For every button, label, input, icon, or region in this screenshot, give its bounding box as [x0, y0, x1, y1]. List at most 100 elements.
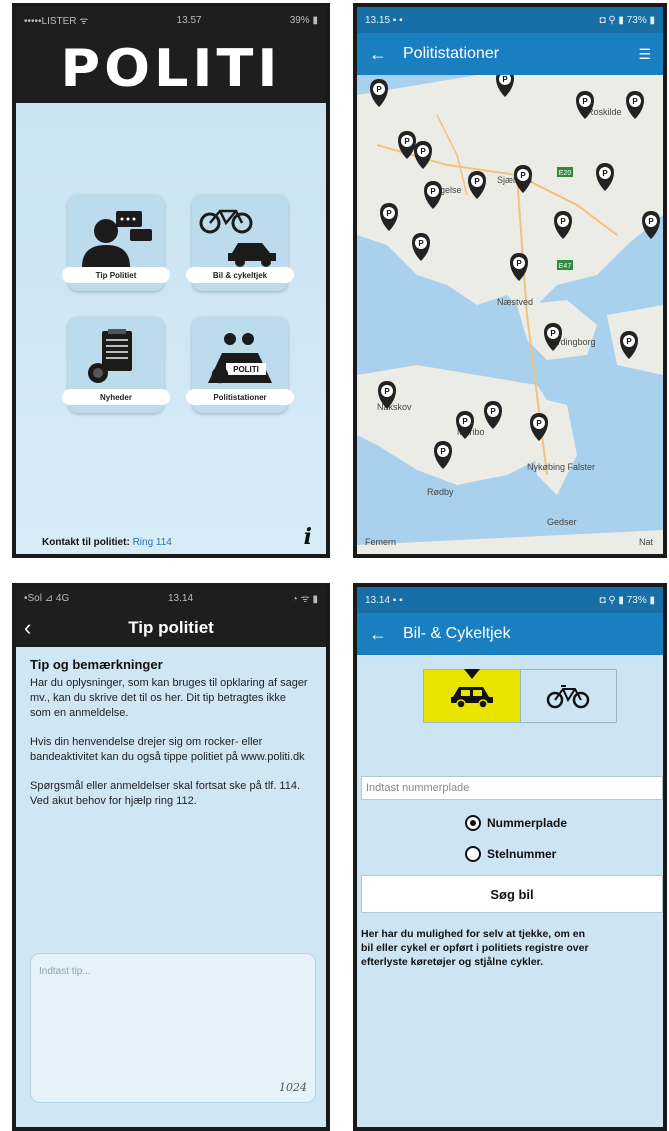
police-badge-icon: POLITI	[208, 333, 272, 384]
svg-text:P: P	[430, 187, 436, 196]
ring-114-link[interactable]: Ring 114	[133, 537, 172, 548]
svg-text:P: P	[516, 259, 522, 268]
status-right: ◘ ⚲ ▮ 73% ▮	[599, 594, 656, 606]
svg-text:P: P	[440, 447, 446, 456]
back-arrow-icon[interactable]: ←	[369, 624, 387, 645]
back-chevron-icon[interactable]: ‹	[24, 615, 31, 641]
contact-label: Kontakt til politiet:	[42, 537, 130, 548]
svg-text:P: P	[520, 171, 526, 180]
screen-title: Bil- & Cykeltjek	[403, 625, 511, 642]
svg-text:P: P	[648, 217, 654, 226]
home-screen: •••••LISTER ᯤ 13.57 39% ▮ POLITI Tip Pol…	[12, 3, 330, 558]
paragraph-intro: Har du oplysninger, som kan bruges til o…	[30, 677, 308, 719]
status-left: •Sol ⊿ 4G	[24, 592, 70, 604]
svg-text:P: P	[490, 407, 496, 416]
tile-label: Tip Politiet	[62, 267, 170, 283]
svg-text:P: P	[418, 239, 424, 248]
svg-text:P: P	[560, 217, 566, 226]
section-heading: Tip og bemærkninger	[30, 657, 163, 672]
svg-text:P: P	[602, 169, 608, 178]
vehicle-type-toggle	[423, 669, 617, 723]
radio-unselected-icon	[465, 846, 481, 862]
map-label: Rødby	[427, 487, 454, 497]
map-label: Nykøbing Falster	[527, 462, 595, 472]
clock-label: 13.57	[176, 14, 202, 26]
tile-label: Nyheder	[62, 389, 170, 405]
clock-label: 13.14	[167, 592, 194, 604]
map-label: Gedser	[547, 517, 577, 527]
description-line: efterlyste køretøjer og stjålne cykler.	[361, 956, 544, 968]
svg-text:E20: E20	[559, 170, 572, 177]
car-tab[interactable]	[424, 669, 520, 722]
logo-header: POLITI	[16, 33, 326, 103]
bicycle-tab[interactable]	[519, 670, 616, 722]
textarea-placeholder: Indtast tip...	[39, 966, 91, 977]
tile-label: Politistationer	[186, 389, 294, 405]
status-right: ◔ ᯤ ▮	[291, 594, 318, 605]
svg-text:P: P	[582, 97, 588, 106]
menu-icon[interactable]: ☰	[638, 46, 651, 63]
svg-text:P: P	[384, 387, 390, 396]
svg-text:P: P	[536, 419, 542, 428]
radio-label: Stelnummer	[487, 847, 557, 861]
app-bar: 13.15 ▪ ▪ ◘ ⚲ ▮ 73% ▮ ← Politistationer …	[357, 7, 663, 75]
svg-text:POLITI: POLITI	[233, 365, 259, 374]
screen-title: Tip politiet	[128, 618, 214, 637]
svg-text:P: P	[462, 417, 468, 426]
screen-title: Politistationer	[403, 45, 500, 62]
bicycle-icon	[547, 685, 590, 709]
station-map[interactable]: E20 E47 SlagelseSjællandNæstvedVordingbo…	[357, 75, 663, 554]
back-arrow-icon[interactable]: ←	[369, 44, 387, 65]
info-icon[interactable]: i	[304, 524, 312, 550]
status-bar: •Sol ⊿ 4G 13.14 ◔ ᯤ ▮	[16, 587, 326, 609]
battery-label: 39% ▮	[289, 14, 318, 26]
politi-logo: POLITI	[60, 38, 282, 98]
license-plate-input[interactable]: Indtast nummerplade	[361, 776, 663, 800]
paragraph-rocker: Hvis din henvendelse drejer sig om rocke…	[30, 736, 305, 763]
char-counter: 1024	[279, 1081, 307, 1094]
status-bar: 13.14 ▪ ▪ ◘ ⚲ ▮ 73% ▮	[357, 587, 663, 613]
svg-text:E47: E47	[559, 263, 572, 270]
svg-text:P: P	[420, 147, 426, 156]
map-label: Nakskov	[377, 402, 412, 412]
description-line: bil eller cykel er opført i politiets re…	[361, 942, 589, 954]
svg-text:P: P	[404, 137, 410, 146]
bicycle-icon	[199, 209, 276, 267]
description-line: Her har du mulighed for selv at tjekke, …	[361, 928, 586, 940]
news-icon	[88, 329, 132, 383]
map-label: Nat	[639, 537, 654, 547]
user-chat-icon	[82, 211, 152, 267]
tile-tip-politiet[interactable]: Tip Politiet	[62, 195, 170, 291]
status-bar: •••••LISTER ᯤ 13.57 39% ▮	[16, 7, 326, 33]
radio-stelnummer[interactable]: Stelnummer	[465, 846, 556, 862]
map-label: Næstved	[497, 297, 533, 307]
status-left: 13.15 ▪ ▪	[365, 14, 403, 26]
tip-textarea[interactable]: Indtast tip... 1024	[30, 953, 316, 1103]
tip-screen: •Sol ⊿ 4G 13.14 ◔ ᯤ ▮ ‹ Tip politiet Tip…	[12, 583, 330, 1131]
radio-label: Nummerplade	[487, 816, 568, 830]
svg-text:P: P	[550, 329, 556, 338]
stations-screen: 13.15 ▪ ▪ ◘ ⚲ ▮ 73% ▮ ← Politistationer …	[353, 3, 667, 558]
app-bar: 13.14 ▪ ▪ ◘ ⚲ ▮ 73% ▮ ← Bil- & Cykeltjek	[357, 587, 663, 655]
svg-text:P: P	[474, 177, 480, 186]
search-vehicle-button[interactable]: Søg bil	[361, 875, 663, 913]
check-body: Indtast nummerplade Nummerplade Stelnumm…	[357, 655, 663, 1127]
svg-text:P: P	[502, 75, 508, 84]
contact-line: Kontakt til politiet: Ring 114	[42, 537, 172, 548]
check-description: Her har du mulighed for selv at tjekke, …	[361, 927, 663, 969]
status-right: ◘ ⚲ ▮ 73% ▮	[599, 14, 656, 26]
status-left: 13.14 ▪ ▪	[365, 594, 403, 606]
tile-label: Bil & cykeltjek	[186, 267, 294, 283]
check-screen: 13.14 ▪ ▪ ◘ ⚲ ▮ 73% ▮ ← Bil- & Cykeltjek	[353, 583, 667, 1131]
radio-nummerplade[interactable]: Nummerplade	[465, 815, 567, 831]
radio-selected-icon	[465, 815, 481, 831]
paragraph-emergency: Spørgsmål eller anmeldelser skal fortsat…	[30, 780, 301, 807]
tile-nyheder[interactable]: Nyheder	[62, 317, 170, 413]
carrier-label: •••••LISTER ᯤ	[24, 16, 89, 27]
app-bar: ‹ Tip politiet	[16, 609, 326, 647]
car-icon	[450, 687, 493, 709]
tile-politistationer[interactable]: POLITI Politistationer	[186, 317, 294, 413]
svg-text:P: P	[626, 337, 632, 346]
tile-bil-cykeltjek[interactable]: Bil & cykeltjek	[186, 195, 294, 291]
map-label: Femern	[365, 537, 396, 547]
